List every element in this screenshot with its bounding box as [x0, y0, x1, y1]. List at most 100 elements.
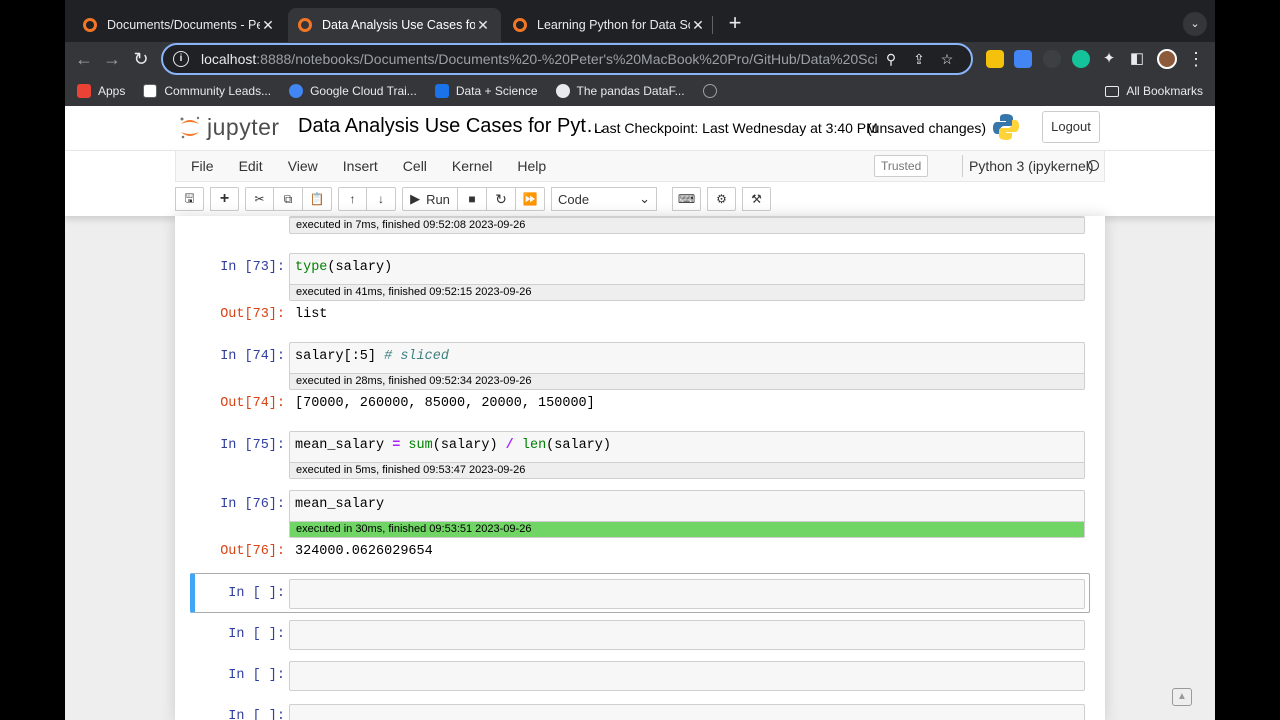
empty-code-input[interactable] — [289, 661, 1085, 691]
jupyter-logo-icon — [180, 116, 200, 138]
menu-file[interactable]: File — [191, 158, 214, 174]
cell-type-select[interactable]: Code ⌄ — [551, 187, 657, 211]
profile-avatar[interactable] — [1157, 49, 1177, 69]
code-cell-input[interactable]: type(salary) executed in 41ms, finished … — [289, 253, 1085, 301]
run-button[interactable]: ▶ Run — [402, 187, 458, 211]
all-bookmarks-label: All Bookmarks — [1126, 84, 1203, 98]
code-cell-input[interactable]: mean_salary = sum(salary) / len(salary) … — [289, 431, 1085, 479]
menu-edit[interactable]: Edit — [239, 158, 263, 174]
url-path: :8888/notebooks/Documents/Documents%20-%… — [256, 51, 877, 67]
kernel-name[interactable]: Python 3 (ipykernel) — [962, 155, 1094, 177]
url-text[interactable]: localhost:8888/notebooks/Documents/Docum… — [201, 51, 877, 67]
extension-translate-icon[interactable] — [1014, 50, 1032, 68]
address-bar[interactable]: i localhost:8888/notebooks/Documents/Doc… — [161, 43, 973, 75]
bookmark-star-icon[interactable]: ☆ — [933, 51, 961, 68]
back-icon[interactable]: ← — [71, 46, 97, 72]
menu-insert[interactable]: Insert — [343, 158, 378, 174]
pandas-icon — [555, 84, 570, 98]
browser-window: Documents/Documents - Peter's MacBook Pr… — [65, 0, 1215, 720]
gear-icon[interactable]: ⚙ — [707, 187, 736, 211]
menubar: File Edit View Insert Cell Kernel Help T… — [175, 151, 1105, 182]
move-down-icon[interactable]: ↓ — [367, 187, 396, 211]
menu-view[interactable]: View — [288, 158, 318, 174]
input-prompt: In [ ]: — [228, 668, 285, 683]
restart-icon[interactable]: ↻ — [487, 187, 516, 211]
bookmark-label: Community Leads... — [164, 84, 272, 98]
close-tab-icon[interactable]: ✕ — [690, 17, 706, 34]
extensions-puzzle-icon[interactable]: ✦ — [1096, 46, 1122, 72]
new-tab-button[interactable]: + — [721, 10, 749, 36]
code-cell-input[interactable]: salary[:5] # sliced executed in 28ms, fi… — [289, 342, 1085, 390]
code-token: (salary) — [546, 438, 611, 453]
forward-icon[interactable]: → — [99, 46, 125, 72]
tab-search-button[interactable]: ⌄ — [1183, 12, 1207, 36]
notebook-title[interactable]: Data Analysis Use Cases for Pyt… — [298, 115, 606, 138]
save-icon[interactable]: 🖫 — [175, 187, 204, 211]
menu-cell[interactable]: Cell — [403, 158, 427, 174]
input-prompt: In [ ]: — [228, 709, 285, 720]
all-bookmarks[interactable]: All Bookmarks — [1105, 84, 1203, 98]
input-prompt: In [73]: — [220, 260, 285, 275]
code-token: (salary) — [327, 260, 393, 275]
side-panel-icon[interactable]: ◧ — [1124, 46, 1150, 72]
zoom-icon[interactable]: ⚲ — [877, 51, 905, 68]
bookmark-google-cloud[interactable]: Google Cloud Trai... — [289, 84, 417, 98]
code-token: (salary) — [432, 438, 506, 453]
output-prompt: Out[76]: — [220, 544, 285, 559]
keyboard-icon[interactable]: ⌨ — [672, 187, 701, 211]
bookmark-pandas[interactable]: The pandas DataF... — [555, 84, 685, 98]
code-token: type — [295, 260, 328, 275]
fast-forward-icon[interactable]: ⏩ — [516, 187, 545, 211]
bookmark-apps[interactable]: Apps — [77, 84, 125, 98]
menu-help[interactable]: Help — [517, 158, 546, 174]
url-host: localhost — [201, 51, 257, 67]
scroll-to-top-icon[interactable]: ▲ — [1172, 688, 1192, 706]
code-cell-input[interactable]: executed in 7ms, finished 09:52:08 2023-… — [289, 216, 1085, 234]
empty-code-input[interactable] — [289, 704, 1085, 720]
tab-documents[interactable]: Documents/Documents - Peter's MacBook Pr… — [73, 8, 286, 42]
tab-title: Learning Python for Data Science — [537, 18, 690, 32]
tab-data-analysis[interactable]: Data Analysis Use Cases for Python ✕ — [288, 8, 501, 42]
close-tab-icon[interactable]: ✕ — [475, 17, 491, 34]
hammer-icon[interactable]: ⚒ — [742, 187, 771, 211]
site-info-icon[interactable]: i — [173, 51, 189, 67]
code-icon — [143, 84, 158, 98]
insert-cell-icon[interactable]: + — [210, 187, 239, 211]
move-up-icon[interactable]: ↑ — [338, 187, 367, 211]
jupyter-wordmark: jupyter — [207, 114, 280, 140]
extension-bird-icon[interactable] — [1043, 50, 1061, 68]
menubar-container: File Edit View Insert Cell Kernel Help T… — [65, 150, 1215, 216]
cut-icon[interactable]: ✂ — [245, 187, 274, 211]
jupyter-favicon-icon — [83, 18, 97, 32]
jupyter-logo[interactable]: jupyter — [179, 114, 280, 141]
paste-icon[interactable]: 📋 — [303, 187, 332, 211]
extension-keep-icon[interactable] — [986, 50, 1004, 68]
logout-button[interactable]: Logout — [1042, 111, 1100, 143]
menu-kernel[interactable]: Kernel — [452, 158, 492, 174]
browser-menu-icon[interactable]: ⋮ — [1183, 46, 1209, 72]
execution-time: executed in 28ms, finished 09:52:34 2023… — [290, 373, 1084, 389]
copy-icon[interactable]: ⧉ — [274, 187, 303, 211]
input-prompt: In [74]: — [220, 349, 285, 364]
bookmark-label: Apps — [98, 84, 126, 98]
trusted-badge[interactable]: Trusted — [874, 155, 929, 177]
cell-output: 324000.0626029654 — [295, 544, 433, 559]
close-tab-icon[interactable]: ✕ — [260, 17, 276, 34]
input-prompt: In [76]: — [220, 497, 285, 512]
jupyter-favicon-icon — [513, 18, 527, 32]
interrupt-icon[interactable]: ■ — [458, 187, 487, 211]
extension-grammarly-icon[interactable] — [1072, 50, 1090, 68]
code-cell-input[interactable]: mean_salary executed in 30ms, finished 0… — [289, 490, 1085, 538]
bookmark-community-leads[interactable]: Community Leads... — [143, 84, 271, 98]
execution-time: executed in 30ms, finished 09:53:51 2023… — [290, 521, 1084, 537]
bookmark-globe[interactable] — [702, 84, 724, 98]
reload-icon[interactable]: ↻ — [128, 46, 154, 72]
code-builtin: len — [513, 438, 547, 453]
bookmark-data-science[interactable]: Data + Science — [434, 84, 538, 98]
empty-code-input[interactable] — [289, 620, 1085, 650]
data-science-icon — [434, 84, 449, 98]
empty-code-input[interactable] — [289, 579, 1085, 609]
share-icon[interactable]: ⇪ — [905, 51, 933, 68]
notebook-container: executed in 7ms, finished 09:52:08 2023-… — [175, 216, 1105, 720]
tab-learning-python[interactable]: Learning Python for Data Science ✕ — [503, 8, 716, 42]
